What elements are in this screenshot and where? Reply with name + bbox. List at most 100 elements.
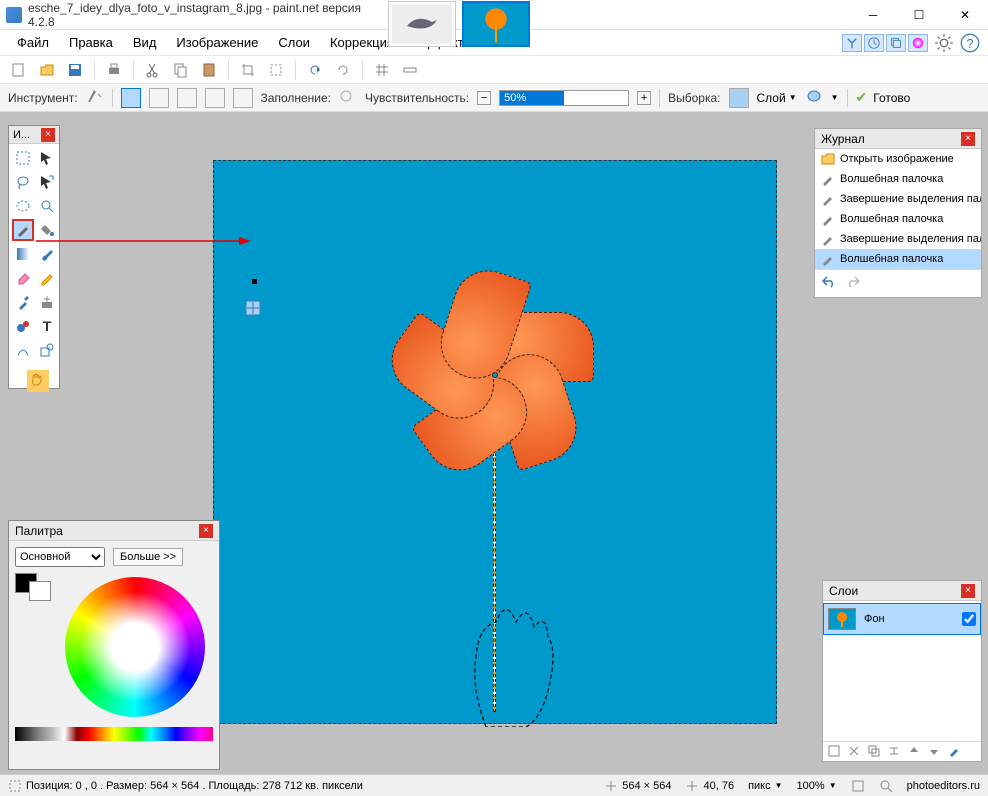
history-item[interactable]: Волшебная палочка bbox=[815, 169, 981, 189]
more-button[interactable]: Больше >> bbox=[113, 548, 183, 566]
finish-button[interactable]: ✔Готово bbox=[856, 89, 911, 106]
layer-up-icon[interactable] bbox=[907, 744, 923, 760]
paste-icon[interactable] bbox=[198, 59, 220, 81]
history-item[interactable]: Волшебная палочка bbox=[815, 209, 981, 229]
panel-history-icon[interactable] bbox=[864, 34, 884, 52]
tool-rect-select[interactable] bbox=[12, 147, 34, 169]
panel-layers-icon[interactable] bbox=[886, 34, 906, 52]
save-icon[interactable] bbox=[64, 59, 86, 81]
mode-intersect-icon[interactable] bbox=[205, 88, 225, 108]
history-item[interactable]: Завершение выделения палочкой bbox=[815, 189, 981, 209]
tool-shapes[interactable] bbox=[36, 339, 58, 361]
menu-view[interactable]: Вид bbox=[124, 32, 166, 53]
grid-icon[interactable] bbox=[371, 59, 393, 81]
svg-text:?: ? bbox=[967, 37, 974, 51]
tool-zoom[interactable] bbox=[36, 195, 58, 217]
tool-pencil[interactable] bbox=[36, 267, 58, 289]
tool-recolor[interactable] bbox=[12, 315, 34, 337]
fill-label: Заполнение: bbox=[261, 91, 331, 105]
pinwheel-shape bbox=[365, 245, 625, 505]
canvas[interactable] bbox=[213, 160, 777, 724]
antialias-icon[interactable] bbox=[805, 88, 823, 107]
open-icon[interactable] bbox=[36, 59, 58, 81]
color-swatches[interactable] bbox=[15, 573, 51, 601]
undo-icon[interactable] bbox=[304, 59, 326, 81]
help-icon[interactable]: ? bbox=[960, 33, 980, 53]
redo-icon[interactable] bbox=[845, 274, 861, 293]
layer-merge-icon[interactable] bbox=[887, 744, 903, 760]
tool-clone[interactable] bbox=[36, 291, 58, 313]
tools-close-icon[interactable]: × bbox=[41, 128, 55, 142]
mode-invert-icon[interactable] bbox=[233, 88, 253, 108]
menu-file[interactable]: Файл bbox=[8, 32, 58, 53]
fill-dropdown[interactable] bbox=[339, 89, 357, 106]
layer-row[interactable]: Фон bbox=[823, 603, 981, 635]
units-dropdown[interactable]: пикс ▼ bbox=[748, 780, 782, 792]
tool-magic-wand[interactable] bbox=[12, 219, 34, 241]
ruler-icon[interactable] bbox=[399, 59, 421, 81]
history-item[interactable]: Открыть изображение bbox=[815, 149, 981, 169]
tool-move-pixels[interactable] bbox=[36, 171, 58, 193]
tolerance-slider[interactable]: 50% bbox=[499, 90, 629, 106]
menu-edit[interactable]: Правка bbox=[60, 32, 122, 53]
mode-add-icon[interactable] bbox=[149, 88, 169, 108]
tolerance-minus[interactable]: − bbox=[477, 91, 491, 105]
redo-icon[interactable] bbox=[332, 59, 354, 81]
tool-pan[interactable] bbox=[27, 370, 49, 392]
layer-add-icon[interactable] bbox=[827, 744, 843, 760]
doc-thumb-pinwheel[interactable] bbox=[462, 1, 530, 47]
panel-tools-icon[interactable] bbox=[842, 34, 862, 52]
move-handle-icon[interactable] bbox=[244, 299, 262, 317]
deselect-icon[interactable] bbox=[265, 59, 287, 81]
tool-eraser[interactable] bbox=[12, 267, 34, 289]
tool-lasso[interactable] bbox=[12, 171, 34, 193]
palette-close-icon[interactable]: × bbox=[199, 524, 213, 538]
menu-image[interactable]: Изображение bbox=[167, 32, 267, 53]
history-item[interactable]: Завершение выделения палочкой bbox=[815, 229, 981, 249]
maximize-button[interactable]: ☐ bbox=[896, 0, 942, 30]
minimize-button[interactable]: ─ bbox=[850, 0, 896, 30]
settings-icon[interactable] bbox=[934, 33, 954, 53]
undo-icon[interactable] bbox=[821, 274, 837, 293]
tool-brush[interactable] bbox=[36, 243, 58, 265]
tool-gradient[interactable] bbox=[12, 243, 34, 265]
layer-props-icon[interactable] bbox=[947, 744, 963, 760]
zoom-tool-icon[interactable] bbox=[879, 779, 893, 793]
sampling-dropdown[interactable]: Слой ▼ bbox=[757, 91, 797, 105]
panel-colors-icon[interactable] bbox=[908, 34, 928, 52]
tool-text[interactable]: T bbox=[36, 315, 58, 337]
tool-fill[interactable] bbox=[36, 219, 58, 241]
doc-thumb-bird[interactable] bbox=[388, 1, 456, 47]
tool-eyedropper[interactable] bbox=[12, 291, 34, 313]
layer-visible-checkbox[interactable] bbox=[962, 612, 976, 626]
mode-replace-icon[interactable] bbox=[121, 88, 141, 108]
instrument-label: Инструмент: bbox=[8, 91, 78, 105]
fit-icon[interactable] bbox=[851, 779, 865, 793]
print-icon[interactable] bbox=[103, 59, 125, 81]
tolerance-plus[interactable]: + bbox=[637, 91, 651, 105]
layer-duplicate-icon[interactable] bbox=[867, 744, 883, 760]
tool-ellipse-select[interactable] bbox=[12, 195, 34, 217]
history-close-icon[interactable]: × bbox=[961, 132, 975, 146]
menu-layers[interactable]: Слои bbox=[269, 32, 319, 53]
new-icon[interactable] bbox=[8, 59, 30, 81]
color-strip[interactable] bbox=[15, 727, 213, 741]
status-dims: 564 × 564 bbox=[622, 780, 671, 792]
history-item[interactable]: Волшебная палочка bbox=[815, 249, 981, 269]
mode-subtract-icon[interactable] bbox=[177, 88, 197, 108]
layer-delete-icon[interactable] bbox=[847, 744, 863, 760]
tool-move-selection[interactable] bbox=[36, 147, 58, 169]
layers-close-icon[interactable]: × bbox=[961, 584, 975, 598]
selection-handle[interactable] bbox=[252, 279, 257, 284]
close-button[interactable]: ✕ bbox=[942, 0, 988, 30]
color-wheel[interactable] bbox=[65, 577, 205, 717]
cut-icon[interactable] bbox=[142, 59, 164, 81]
layers-panel: Слои× Фон bbox=[822, 580, 982, 762]
copy-icon[interactable] bbox=[170, 59, 192, 81]
layer-down-icon[interactable] bbox=[927, 744, 943, 760]
tool-line[interactable] bbox=[12, 339, 34, 361]
zoom-dropdown[interactable]: 100% ▼ bbox=[797, 780, 837, 792]
crop-icon[interactable] bbox=[237, 59, 259, 81]
tool-dropdown[interactable] bbox=[86, 88, 104, 107]
color-mode-select[interactable]: Основной bbox=[15, 547, 105, 567]
